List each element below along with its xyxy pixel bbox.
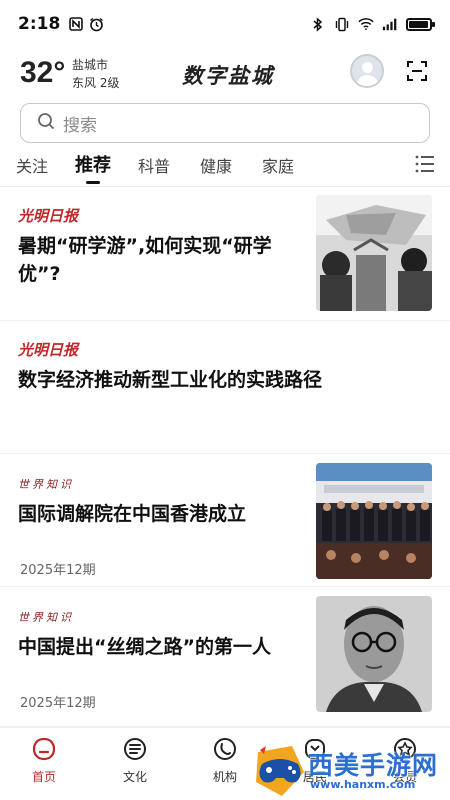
wifi-icon <box>358 16 374 32</box>
wind-info: 东风 2级 <box>72 76 120 90</box>
news-title: 数字经济推动新型工业化的实践路径 <box>18 369 323 391</box>
tab-science[interactable]: 科普 <box>138 153 170 177</box>
news-source: 世界知识 <box>18 478 74 491</box>
news-title: 中国提出“丝绸之路”的第一人 <box>18 636 271 658</box>
news-thumbnail <box>316 596 432 712</box>
app-header: 32° 盐城市 东风 2级 数字盐城 <box>0 52 450 98</box>
news-card[interactable]: 光明日报 暑期“研学游”,如何实现“研学 优”? <box>0 187 450 321</box>
news-title: 国际调解院在中国香港成立 <box>18 503 247 525</box>
user-avatar[interactable] <box>350 54 384 88</box>
news-card[interactable]: 世界知识 中国提出“丝绸之路”的第一人 2025年12期 <box>0 587 450 727</box>
nav-organization[interactable]: 机构 <box>195 736 255 785</box>
news-card[interactable]: 光明日报 数字经济推动新型工业化的实践路径 <box>0 321 450 454</box>
weather-info[interactable]: 盐城市 东风 2级 <box>72 56 119 92</box>
news-card[interactable]: 世界知识 国际调解院在中国香港成立 2025年12期 <box>0 454 450 587</box>
nav-home[interactable]: 首页 <box>14 736 74 785</box>
nav-label: 文化 <box>122 770 147 784</box>
nfc-icon <box>68 16 84 32</box>
gamepad-logo-icon <box>256 746 304 796</box>
search-icon <box>37 112 55 134</box>
news-thumbnail <box>316 463 432 579</box>
temperature: 32° <box>20 56 66 89</box>
tab-follow[interactable]: 关注 <box>16 153 48 177</box>
culture-icon <box>122 736 148 762</box>
nav-label: 机构 <box>212 770 237 784</box>
search-placeholder: 搜索 <box>63 115 97 136</box>
tab-menu-icon[interactable] <box>414 154 436 174</box>
site-watermark: 西美手游网 www.hanxm.com <box>250 742 450 800</box>
news-source: 光明日报 <box>18 341 79 359</box>
search-bar[interactable]: 搜索 <box>20 103 430 143</box>
watermark-text: 西美手游网 <box>308 751 439 780</box>
home-icon <box>31 736 57 762</box>
vibrate-icon <box>334 16 350 32</box>
nav-label: 首页 <box>31 770 56 784</box>
nav-culture[interactable]: 文化 <box>105 736 165 785</box>
scan-icon[interactable] <box>406 60 428 82</box>
active-tab-indicator <box>86 181 100 184</box>
city-name: 盐城市 <box>72 58 109 72</box>
news-thumbnail <box>316 195 432 311</box>
news-feed: 光明日报 暑期“研学游”,如何实现“研学 优”? 光明日报 数字经济推动新型工业… <box>0 187 450 727</box>
status-bar: 2:18 <box>0 0 450 48</box>
bluetooth-icon <box>310 16 326 32</box>
tab-health[interactable]: 健康 <box>200 153 232 177</box>
watermark-url: www.hanxm.com <box>310 778 416 791</box>
status-time: 2:18 <box>18 14 61 34</box>
issue-date: 2025年12期 <box>20 696 96 711</box>
app-logo: 数字盐城 <box>182 63 274 88</box>
alarm-icon <box>88 16 104 32</box>
battery-icon <box>406 17 435 31</box>
organization-icon <box>212 736 238 762</box>
category-tabs: 关注 推荐 科普 健康 家庭 <box>0 148 450 186</box>
signal-icon <box>382 16 398 32</box>
news-source: 世界知识 <box>18 611 74 624</box>
tab-family[interactable]: 家庭 <box>262 153 294 177</box>
news-title: 暑期“研学游”,如何实现“研学 优”? <box>18 235 272 285</box>
tab-recommend[interactable]: 推荐 <box>75 151 111 177</box>
issue-date: 2025年12期 <box>20 563 96 578</box>
news-source: 光明日报 <box>18 207 79 225</box>
